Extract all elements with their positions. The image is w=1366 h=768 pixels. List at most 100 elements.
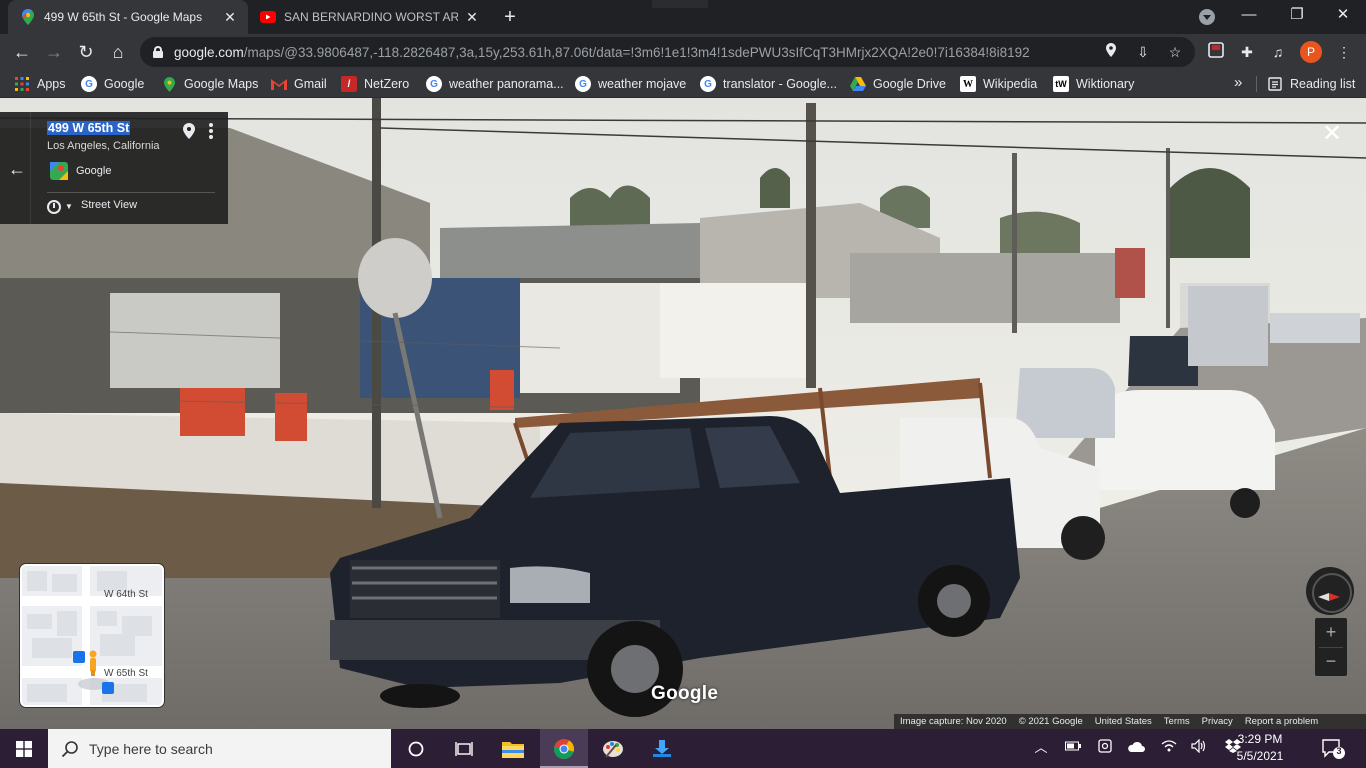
google-icon: G xyxy=(426,76,442,92)
zoom-out-button[interactable]: − xyxy=(1315,647,1347,676)
location-pin-icon[interactable] xyxy=(1102,43,1120,61)
close-street-view-icon[interactable]: ✕ xyxy=(1320,122,1344,146)
address-title[interactable]: 499 W 65th St xyxy=(47,121,131,135)
system-clock[interactable]: 3:29 PM 5/5/2021 xyxy=(1225,731,1295,765)
cortana-icon[interactable] xyxy=(392,729,440,768)
minimize-icon[interactable]: — xyxy=(1226,0,1272,30)
zoom-controls: + − xyxy=(1315,618,1347,676)
windows-start-icon[interactable] xyxy=(0,729,48,768)
taskbar-search-box[interactable]: Type here to search xyxy=(48,729,391,768)
profile-avatar[interactable]: P xyxy=(1300,41,1322,63)
bus-stop-icon[interactable] xyxy=(73,651,85,663)
tab-search-icon[interactable] xyxy=(1199,9,1215,25)
bookmark-apps[interactable]: Apps xyxy=(14,75,66,93)
bookmark-netzero[interactable]: / NetZero xyxy=(341,75,409,93)
report-problem-link[interactable]: Report a problem xyxy=(1239,716,1324,727)
bookmark-wiktionary[interactable]: tW Wiktionary xyxy=(1053,75,1134,93)
address-city: Los Angeles, California xyxy=(47,140,160,152)
bus-stop-icon[interactable] xyxy=(102,682,114,694)
bookmark-weather-panorama[interactable]: Gweather panorama... xyxy=(426,75,564,93)
tray-chevron-icon[interactable]: ︿ xyxy=(1032,739,1050,757)
chevron-down-icon[interactable]: ▼ xyxy=(65,202,73,211)
bookmark-translator[interactable]: Gtranslator - Google... xyxy=(700,75,837,93)
google-icon: G xyxy=(700,76,716,92)
google-icon: G xyxy=(81,76,97,92)
task-view-icon[interactable] xyxy=(440,729,488,768)
clock-date: 5/5/2021 xyxy=(1236,749,1284,763)
google-watermark: Google xyxy=(651,683,719,704)
google-maps-icon xyxy=(20,9,36,25)
wiktionary-icon: tW xyxy=(1053,76,1069,92)
apps-grid-icon xyxy=(14,76,30,92)
bookmark-star-icon[interactable]: ☆ xyxy=(1166,43,1184,61)
url-text[interactable]: google.com/maps/@33.9806487,-118.2826487… xyxy=(174,45,1030,60)
card-divider xyxy=(47,192,215,193)
map-pin-icon[interactable] xyxy=(183,123,197,139)
volume-icon[interactable] xyxy=(1190,738,1208,757)
search-icon xyxy=(61,740,78,757)
more-options-icon[interactable] xyxy=(208,122,214,140)
window-close-icon[interactable]: ✕ xyxy=(1320,0,1366,30)
chrome-menu-icon[interactable]: ⋮ xyxy=(1334,42,1354,62)
chrome-taskbar-icon[interactable] xyxy=(540,729,588,768)
extensions-puzzle-icon[interactable]: ✚ xyxy=(1237,42,1257,62)
forward-icon[interactable]: → xyxy=(40,38,68,66)
imagery-source: Google xyxy=(76,165,112,177)
onedrive-cloud-icon[interactable] xyxy=(1127,739,1145,757)
search-placeholder: Type here to search xyxy=(89,740,213,757)
image-capture-date: Image capture: Nov 2020 xyxy=(900,716,1007,727)
downloads-icon[interactable] xyxy=(638,729,686,768)
back-icon[interactable]: ← xyxy=(8,38,36,66)
new-tab-icon[interactable]: + xyxy=(500,7,520,27)
bookmark-gmail[interactable]: Gmail xyxy=(271,75,327,93)
zoom-in-button[interactable]: + xyxy=(1315,618,1347,647)
home-icon[interactable]: ⌂ xyxy=(104,38,132,66)
gmail-icon xyxy=(271,76,287,92)
country-link[interactable]: United States xyxy=(1089,716,1158,727)
notification-count: 3 xyxy=(1336,746,1342,756)
wikipedia-icon: W xyxy=(960,76,976,92)
youtube-icon xyxy=(260,9,276,25)
restore-icon[interactable]: ❐ xyxy=(1274,0,1320,30)
address-bar[interactable]: google.com/maps/@33.9806487,-118.2826487… xyxy=(140,37,1195,67)
more-bookmarks-icon[interactable]: » xyxy=(1234,74,1242,91)
wifi-icon[interactable] xyxy=(1160,739,1178,757)
close-tab-icon[interactable]: ✕ xyxy=(464,9,480,25)
extension-red-icon[interactable] xyxy=(1206,42,1226,62)
file-explorer-icon[interactable] xyxy=(489,729,537,768)
tab-google-maps[interactable]: 499 W 65th St - Google Maps ✕ xyxy=(8,0,248,34)
bookmark-google-maps[interactable]: Google Maps xyxy=(161,75,258,93)
lock-icon[interactable] xyxy=(153,46,163,58)
install-app-icon[interactable]: ⇩ xyxy=(1134,43,1152,61)
terms-link[interactable]: Terms xyxy=(1158,716,1196,727)
attribution-bar: Image capture: Nov 2020 © 2021 Google Un… xyxy=(894,714,1366,729)
tab-youtube[interactable]: SAN BERNARDINO WORST AREA ✕ xyxy=(250,0,490,34)
close-tab-icon[interactable]: ✕ xyxy=(222,9,238,25)
google-drive-icon xyxy=(850,76,866,92)
info-card-body: 499 W 65th St Los Angeles, California Go… xyxy=(30,112,228,224)
reading-list-button[interactable]: Reading list xyxy=(1267,75,1355,93)
battery-icon[interactable] xyxy=(1064,739,1082,757)
back-to-map-icon[interactable]: ← xyxy=(8,159,26,180)
bookmark-weather-mojave[interactable]: Gweather mojave xyxy=(575,75,686,93)
camera-icon[interactable] xyxy=(1096,739,1114,757)
paint-icon[interactable] xyxy=(589,729,637,768)
bookmark-google-drive[interactable]: Google Drive xyxy=(850,75,946,93)
bookmark-wikipedia[interactable]: W Wikipedia xyxy=(960,75,1037,93)
clock-time: 3:29 PM xyxy=(1237,732,1283,746)
street-view-minimap[interactable]: W 64th St W 65th St xyxy=(20,564,164,707)
media-controls-icon[interactable]: ♫ xyxy=(1268,42,1288,62)
tab-strip-band xyxy=(652,0,708,8)
windows-taskbar: Type here to search ︿ 3:29 PM 5/5/2021 3 xyxy=(0,729,1366,768)
reload-icon[interactable]: ↻ xyxy=(72,38,100,66)
bookmarks-bar: Apps G Google Google Maps Gmail / NetZero … xyxy=(0,70,1366,98)
netzero-icon: / xyxy=(341,76,357,92)
reading-list-icon xyxy=(1267,76,1283,92)
notifications-icon[interactable]: 3 xyxy=(1321,738,1345,760)
pegman-icon[interactable] xyxy=(88,650,98,676)
bookmark-google[interactable]: G Google xyxy=(81,75,144,93)
google-maps-logo-icon xyxy=(50,162,68,180)
browser-toolbar: ← → ↻ ⌂ google.com/maps/@33.9806487,-118… xyxy=(0,34,1366,70)
privacy-link[interactable]: Privacy xyxy=(1196,716,1239,727)
time-travel-icon[interactable] xyxy=(47,200,61,214)
